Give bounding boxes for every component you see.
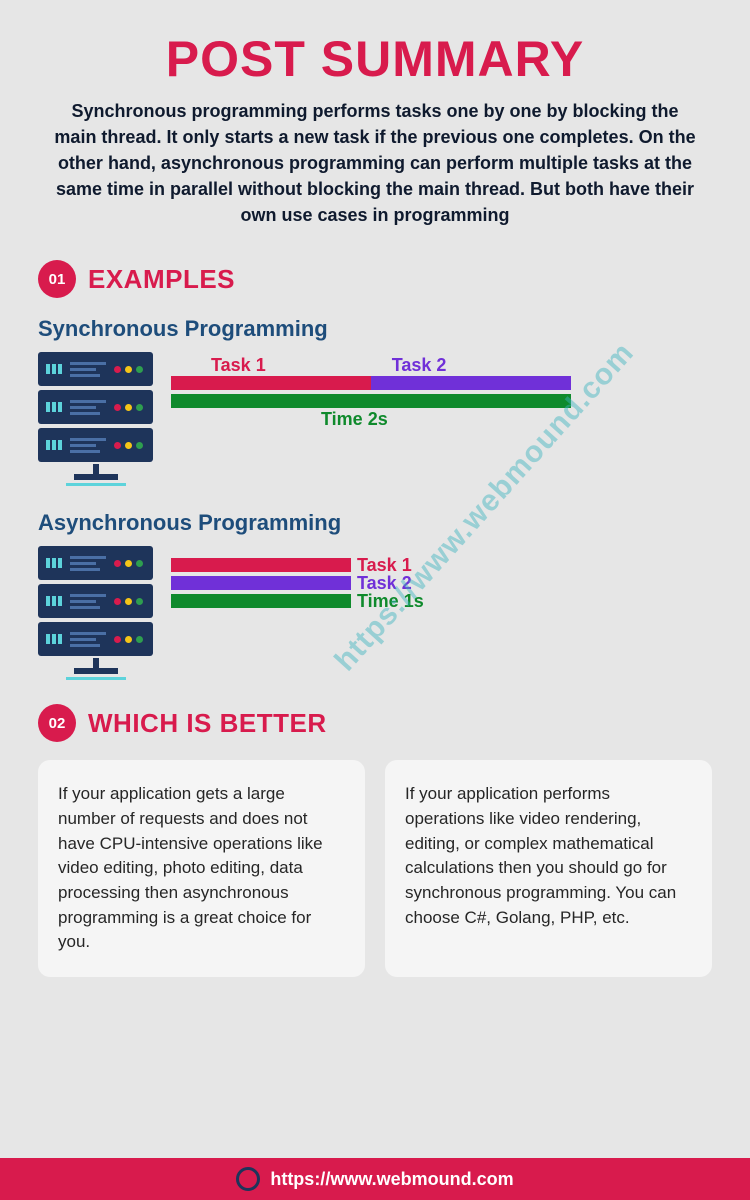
section-examples-title: EXAMPLES [88, 264, 235, 295]
logo-icon [236, 1167, 260, 1191]
badge-01: 01 [38, 260, 76, 298]
server-stack-icon [38, 352, 153, 462]
server-stand-icon [38, 658, 153, 676]
server-stack-icon [38, 546, 153, 656]
section-which-title: WHICH IS BETTER [88, 708, 327, 739]
server-stand-icon [38, 464, 153, 482]
sync-task2-label: Task 2 [392, 355, 447, 376]
sync-heading: Synchronous Programming [38, 316, 712, 342]
async-time-bar [171, 594, 351, 608]
footer-bar: https://www.webmound.com [0, 1158, 750, 1200]
async-diagram: Task 1 Task 2 Time 1s [38, 546, 712, 676]
async-task2-bar [171, 576, 351, 590]
async-task1-bar [171, 558, 351, 572]
page-title: POST SUMMARY [38, 30, 712, 88]
sync-time-bar [171, 394, 571, 408]
summary-text: Synchronous programming performs tasks o… [38, 98, 712, 228]
badge-02: 02 [38, 704, 76, 742]
async-time-label: Time 1s [357, 591, 424, 612]
sync-task1-bar [171, 376, 371, 390]
section-which-header: 02 WHICH IS BETTER [38, 704, 712, 742]
sync-time-label: Time 2s [321, 409, 388, 430]
sync-task1-label: Task 1 [211, 355, 266, 376]
box-async-usecase: If your application gets a large number … [38, 760, 365, 976]
sync-task2-bar [371, 376, 571, 390]
async-heading: Asynchronous Programming [38, 510, 712, 536]
box-sync-usecase: If your application performs operations … [385, 760, 712, 976]
section-examples-header: 01 EXAMPLES [38, 260, 712, 298]
footer-url: https://www.webmound.com [270, 1169, 513, 1190]
sync-diagram: Task 1 Task 2 Time 2s [38, 352, 712, 482]
